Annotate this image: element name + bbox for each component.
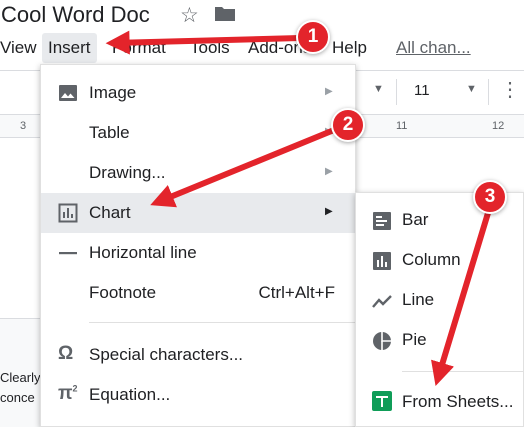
submenu-item-pie[interactable]: Pie — [356, 321, 524, 361]
submenu-item-label: Bar — [402, 210, 429, 229]
star-icon[interactable]: ☆ — [180, 3, 199, 28]
folder-icon[interactable] — [214, 5, 236, 22]
menu-item-label: Table — [89, 123, 130, 142]
menu-help[interactable]: Help — [332, 38, 367, 58]
menu-item-special-characters[interactable]: Ω Special characters... — [41, 335, 355, 375]
menu-item-label: Equation... — [89, 385, 171, 404]
bar-chart-horizontal-icon — [373, 212, 391, 230]
ruler-tick: 3 — [20, 120, 27, 132]
callout-badge-1: 1 — [296, 20, 330, 54]
menu-item-label: Horizontal line — [89, 243, 197, 262]
callout-badge-2: 2 — [331, 108, 365, 142]
insert-menu: Image ▶ Table ▶ Drawing... ▶ Chart ▶ Hor… — [40, 64, 356, 427]
toolbar-divider — [488, 79, 489, 105]
line-chart-icon — [372, 295, 392, 308]
submenu-item-label: Line — [402, 290, 435, 309]
horizontal-line-icon — [59, 252, 77, 255]
submenu-item-label: Column — [402, 250, 461, 269]
all-changes-link[interactable]: All chan... — [396, 38, 471, 58]
image-icon — [59, 85, 77, 101]
menu-item-label: Footnote — [89, 283, 157, 302]
font-dropdown-caret-icon[interactable]: ▼ — [373, 83, 384, 95]
bar-chart-icon — [58, 203, 78, 223]
keyboard-shortcut: Ctrl+Alt+F — [258, 283, 335, 302]
menu-item-label: Chart — [89, 203, 131, 222]
menu-divider — [89, 322, 355, 323]
menu-tools[interactable]: Tools — [190, 38, 230, 58]
pie-chart-icon — [373, 332, 391, 350]
menu-item-table[interactable]: Table ▶ — [41, 113, 355, 153]
ruler-tick: 11 — [396, 120, 408, 132]
toolbar-divider — [396, 79, 397, 105]
menu-item-image[interactable]: Image ▶ — [41, 73, 355, 113]
omega-icon: Ω — [58, 343, 74, 364]
chart-submenu: Bar Column Line Pie From Sheets... — [355, 192, 524, 427]
submenu-item-line[interactable]: Line — [356, 281, 524, 321]
menu-item-label: Drawing... — [89, 163, 166, 182]
menu-divider — [402, 371, 524, 372]
submenu-arrow-icon: ▶ — [325, 206, 333, 217]
font-size-caret-icon[interactable]: ▼ — [466, 83, 477, 95]
menu-item-label: Special characters... — [89, 345, 244, 364]
submenu-item-from-sheets[interactable]: From Sheets... — [356, 381, 524, 421]
menu-bar: View Insert Format Tools Add-ons Help Al… — [0, 33, 524, 63]
document-title[interactable]: Cool Word Doc — [1, 2, 150, 28]
ruler-tick: 12 — [492, 120, 505, 132]
google-sheets-icon — [372, 391, 392, 411]
submenu-item-label: Pie — [402, 330, 427, 349]
menu-item-drawing[interactable]: Drawing... ▶ — [41, 153, 355, 193]
column-chart-icon — [373, 252, 391, 270]
menu-item-equation[interactable]: π2 Equation... — [41, 375, 355, 415]
document-text: conce — [0, 390, 35, 405]
font-size-select[interactable]: 11 — [414, 82, 430, 99]
submenu-item-label: From Sheets... — [402, 392, 514, 411]
menu-format[interactable]: Format — [112, 38, 166, 58]
menu-item-horizontal-line[interactable]: Horizontal line — [41, 233, 355, 273]
submenu-arrow-icon: ▶ — [325, 86, 333, 97]
more-icon[interactable]: ⋮ — [500, 77, 521, 102]
document-text: Clearly — [0, 370, 41, 385]
menu-view[interactable]: View — [0, 38, 37, 58]
submenu-arrow-icon: ▶ — [325, 166, 333, 177]
menu-insert[interactable]: Insert — [42, 33, 97, 63]
menu-item-footnote[interactable]: Footnote Ctrl+Alt+F — [41, 273, 355, 313]
menu-item-chart[interactable]: Chart ▶ — [41, 193, 355, 233]
pi-icon: π2 — [58, 383, 78, 404]
submenu-item-column[interactable]: Column — [356, 241, 524, 281]
menu-item-label: Image — [89, 83, 137, 102]
callout-badge-3: 3 — [473, 180, 507, 214]
